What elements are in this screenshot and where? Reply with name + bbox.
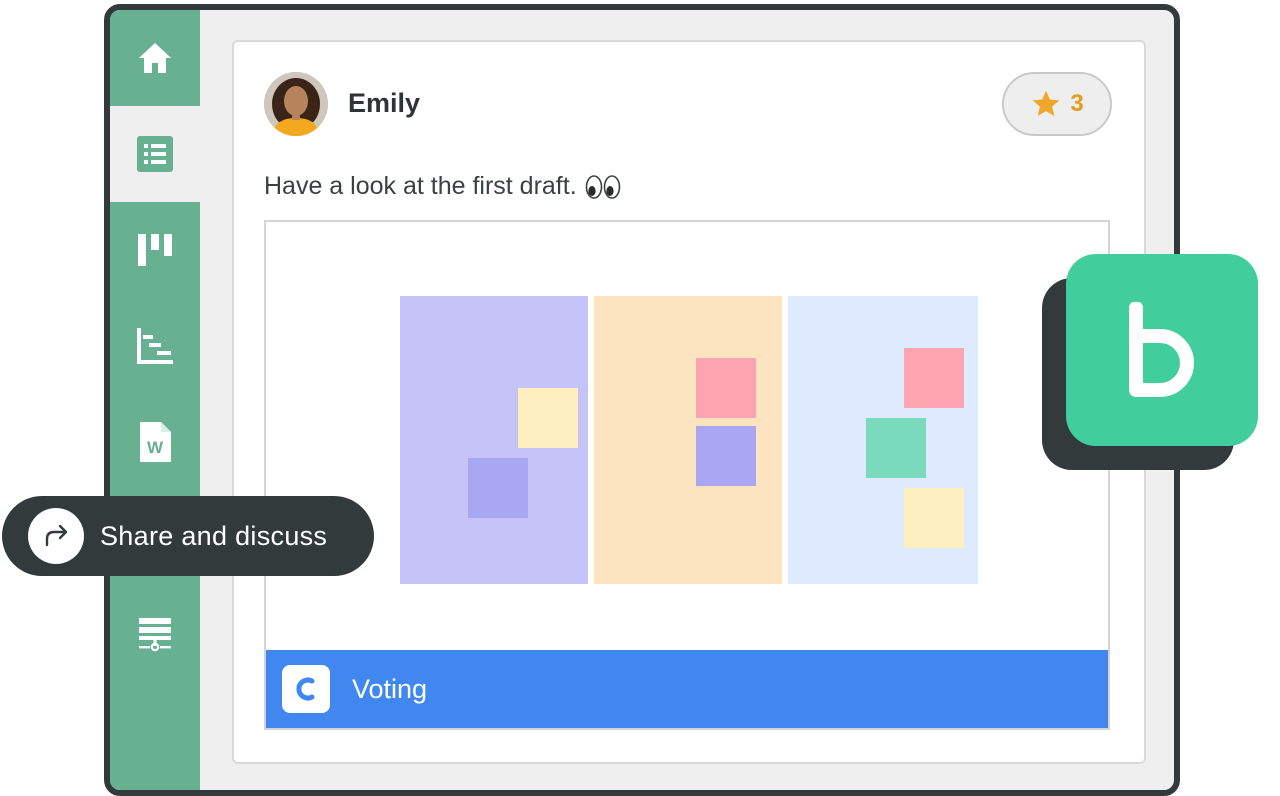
sticky-note (696, 358, 756, 418)
star-rating-button[interactable]: 3 (1002, 72, 1112, 136)
attachment-preview[interactable]: Voting (264, 220, 1110, 730)
board-thumbnail (400, 296, 978, 584)
author-name: Emily (348, 88, 421, 118)
sticky-note (904, 488, 964, 548)
sidebar-item-home[interactable] (110, 10, 200, 106)
sidebar-item-list[interactable] (110, 106, 200, 202)
app-window: W Emily 3 Have a look at the first draft… (104, 4, 1180, 796)
attachment-bar[interactable]: Voting (266, 650, 1108, 728)
sidebar-item-kanban[interactable] (110, 202, 200, 298)
post-message: Have a look at the first draft. (264, 172, 621, 201)
share-label: Share and discuss (100, 520, 328, 551)
sidebar-item-sitemap[interactable] (110, 586, 200, 682)
post-card: Emily 3 Have a look at the first draft. (232, 40, 1146, 764)
app-badge[interactable] (1066, 254, 1258, 446)
star-count: 3 (1070, 90, 1084, 117)
sitemap-icon (139, 618, 171, 652)
sidebar-item-gantt[interactable] (110, 298, 200, 394)
sticky-note (696, 426, 756, 486)
sticky-note (904, 348, 964, 408)
voting-app-icon (282, 665, 330, 713)
sticky-note (866, 418, 926, 478)
sidebar: W (110, 10, 200, 790)
sticky-note (518, 388, 578, 448)
sticky-note (468, 458, 528, 518)
app-logo-icon (1129, 302, 1194, 397)
svg-text:W: W (147, 438, 164, 457)
gantt-icon (137, 328, 173, 364)
star-icon (1032, 90, 1060, 116)
kanban-icon (138, 234, 172, 266)
word-document-icon: W (140, 422, 171, 462)
sidebar-item-document[interactable]: W (110, 394, 200, 490)
avatar[interactable] (264, 72, 328, 136)
share-arrow-icon (28, 508, 84, 564)
message-text: Have a look at the first draft. (264, 172, 577, 200)
home-icon (139, 43, 171, 73)
list-icon (137, 136, 173, 172)
attachment-label: Voting (352, 673, 428, 704)
share-and-discuss-button[interactable]: Share and discuss (2, 496, 374, 576)
avatar-image (264, 72, 328, 136)
eyes-emoji (585, 174, 620, 199)
